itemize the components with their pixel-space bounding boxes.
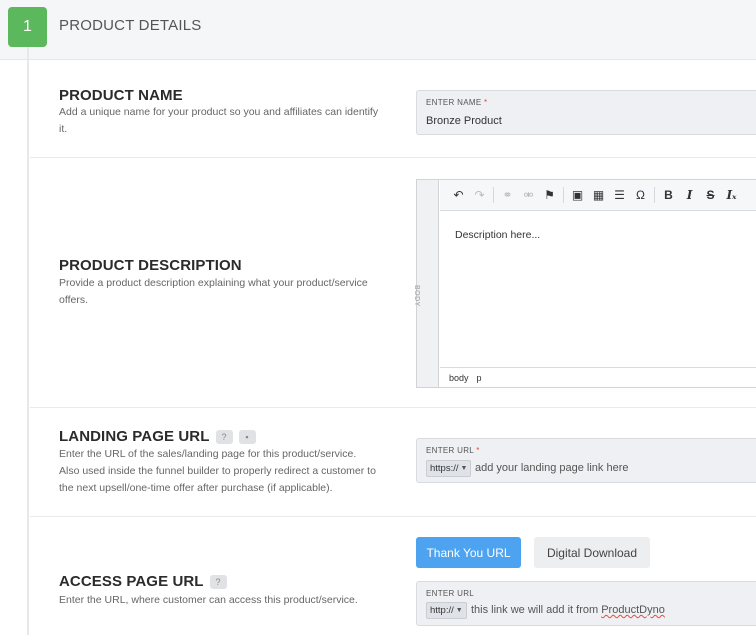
help-icon[interactable]: ? — [215, 430, 233, 445]
chevron-down-icon: ▼ — [455, 607, 463, 614]
step-header: 1 PRODUCT DETAILS — [0, 0, 756, 60]
access-url-input[interactable]: this link we will add it from ProductDyn… — [471, 604, 665, 616]
horizontal-rule-icon[interactable]: ☰ — [609, 185, 630, 205]
omega-icon[interactable]: Ω — [630, 185, 651, 205]
brand-name: ProductDyno — [601, 604, 665, 616]
step-number-badge: 1 — [8, 7, 47, 47]
toolbar-divider — [563, 187, 564, 203]
section-title: PRODUCT NAME — [59, 87, 183, 104]
editor-side-label: BODY — [413, 285, 420, 307]
table-icon[interactable]: ▦ — [588, 185, 609, 205]
access-page-url-field[interactable]: ENTER URL http://▼ this link we will add… — [416, 581, 756, 626]
strikethrough-icon[interactable]: S — [700, 185, 721, 205]
field-label: ENTER URL — [426, 589, 475, 598]
undo-icon[interactable]: ↶ — [448, 185, 469, 205]
help-icon[interactable]: ? — [209, 575, 227, 590]
status-path-body[interactable]: body — [449, 373, 469, 383]
product-name-section: PRODUCT NAME Add a unique name for your … — [30, 61, 756, 158]
product-description-section: PRODUCT DESCRIPTION Provide a product de… — [30, 158, 756, 408]
product-name-field[interactable]: ENTER NAME * Bronze Product — [416, 90, 756, 135]
editor-statusbar: body p — [440, 367, 756, 387]
editor-toolbar: ↶ ↷ ⚭ ⚮ ⚑ ▣ ▦ ☰ Ω B I S Iₓ — [440, 180, 756, 211]
product-name-input[interactable]: Bronze Product — [426, 115, 502, 127]
toolbar-divider — [654, 187, 655, 203]
section-title: ACCESS PAGE URL? — [59, 573, 227, 590]
editor-side-panel: BODY — [413, 180, 439, 387]
redo-icon[interactable]: ↷ — [469, 185, 490, 205]
section-title: PRODUCT DESCRIPTION — [59, 257, 242, 274]
protocol-select[interactable]: https://▼ — [426, 460, 472, 477]
required-mark: * — [476, 446, 480, 455]
step-title: PRODUCT DETAILS — [59, 17, 202, 34]
clear-format-icon[interactable]: Iₓ — [721, 185, 742, 205]
flag-icon[interactable]: ⚑ — [539, 185, 560, 205]
link-icon[interactable]: ⚭ — [497, 185, 518, 205]
landing-page-url-field[interactable]: ENTER URL * https://▼ add your landing p… — [416, 438, 756, 483]
unlink-icon[interactable]: ⚮ — [518, 185, 539, 205]
tab-digital-download[interactable]: Digital Download — [534, 537, 650, 568]
tab-thank-you-url[interactable]: Thank You URL — [416, 537, 521, 568]
toolbar-divider — [493, 187, 494, 203]
section-description: Enter the URL of the sales/landing page … — [59, 448, 376, 494]
section-description: Enter the URL, where customer can access… — [59, 594, 358, 606]
rich-text-editor[interactable]: BODY ↶ ↷ ⚭ ⚮ ⚑ ▣ ▦ ☰ Ω B I S Iₓ Descript… — [413, 179, 756, 388]
landing-url-input[interactable]: add your landing page link here — [475, 462, 629, 474]
image-icon[interactable]: ▣ — [567, 185, 588, 205]
italic-icon[interactable]: I — [679, 185, 700, 205]
editor-content[interactable]: Description here... — [455, 229, 540, 241]
section-description: Add a unique name for your product so yo… — [59, 106, 379, 135]
field-label: ENTER URL * — [426, 446, 480, 455]
field-label: ENTER NAME * — [426, 98, 488, 107]
chevron-down-icon: ▼ — [460, 465, 468, 472]
section-description: Provide a product description explaining… — [59, 277, 368, 306]
bold-icon[interactable]: B — [658, 185, 679, 205]
status-path-p[interactable]: p — [477, 373, 482, 383]
step-timeline-line — [27, 47, 29, 635]
section-title: LANDING PAGE URL? ▪ — [59, 428, 256, 445]
access-page-section: ACCESS PAGE URL? Enter the URL, where cu… — [30, 517, 756, 635]
protocol-select[interactable]: http://▼ — [426, 602, 467, 619]
required-mark: * — [483, 98, 488, 107]
info-icon[interactable]: ▪ — [238, 430, 256, 445]
landing-page-section: LANDING PAGE URL? ▪ Enter the URL of the … — [30, 408, 756, 517]
